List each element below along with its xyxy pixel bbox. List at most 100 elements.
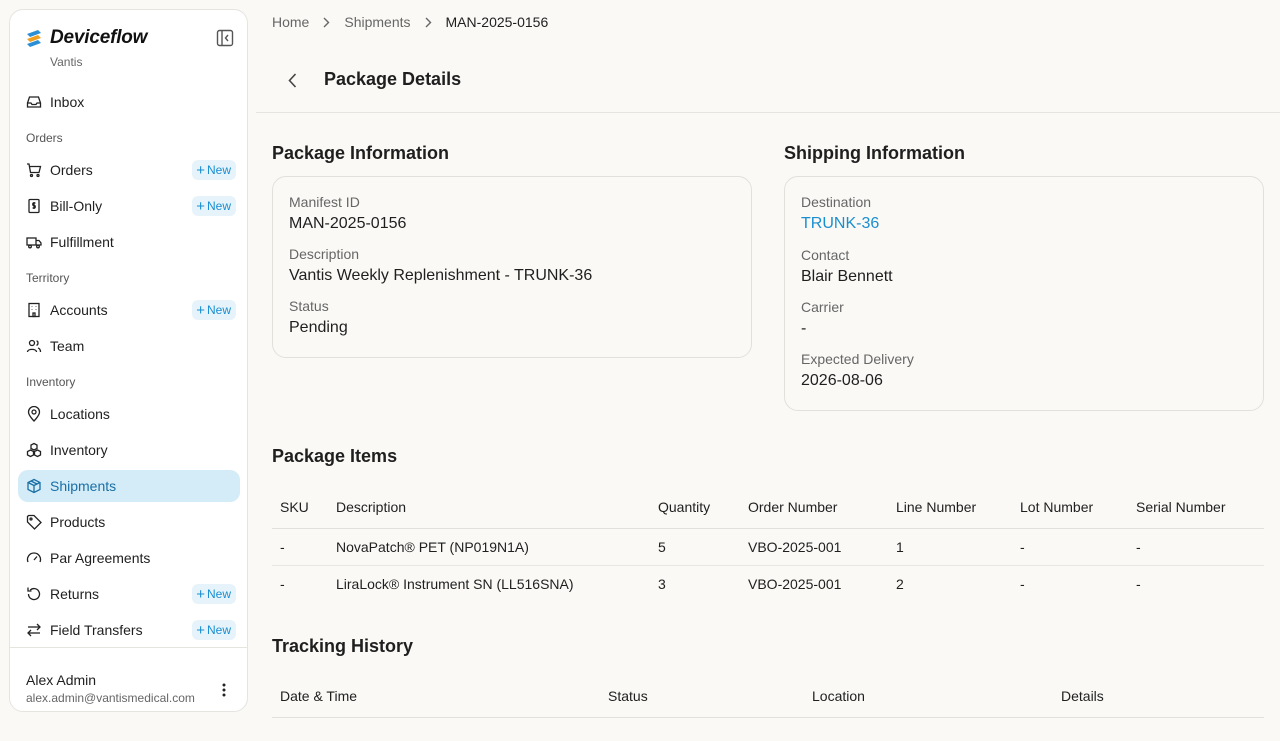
sidebar-item-field-transfers[interactable]: Field Transfers + New xyxy=(18,614,240,646)
tracking-history-title: Tracking History xyxy=(272,636,414,656)
tag-icon xyxy=(26,514,42,530)
sidebar-item-label: Field Transfers xyxy=(50,622,143,638)
receipt-icon xyxy=(26,198,42,214)
boxes-icon xyxy=(26,442,42,458)
shipping-info-title: Shipping Information xyxy=(784,143,965,163)
destination-label: Destination xyxy=(801,194,872,210)
plus-icon: + xyxy=(196,621,205,639)
sidebar-item-shipments[interactable]: Shipments xyxy=(18,470,240,502)
sidebar-item-label: Team xyxy=(50,338,85,354)
new-field-transfer-button[interactable]: + New xyxy=(192,620,236,640)
page-title: Package Details xyxy=(324,69,462,89)
manifest-id-value: MAN-2025-0156 xyxy=(289,215,407,232)
more-vertical-icon xyxy=(222,683,226,697)
sidebar-item-bill-only[interactable]: Bill-Only + New xyxy=(18,190,240,222)
collapse-sidebar-button[interactable] xyxy=(215,28,235,48)
sidebar-item-label: Locations xyxy=(50,406,110,422)
tracking-history-table: Date & Time Status Location Details xyxy=(272,675,1264,718)
sidebar-item-label: Inventory xyxy=(50,442,108,458)
column-header-order-number: Order Number xyxy=(740,486,888,529)
sidebar: Deviceflow Vantis Inbox Orders Orders + N… xyxy=(9,9,248,712)
carrier-value: - xyxy=(801,320,807,337)
sidebar-item-accounts[interactable]: Accounts + New xyxy=(18,294,240,326)
sidebar-item-label: Par Agreements xyxy=(50,550,151,566)
table-row: - LiraLock® Instrument SN (LL516SNA) 3 V… xyxy=(272,565,1264,602)
sidebar-item-returns[interactable]: Returns + New xyxy=(18,578,240,610)
map-pin-icon xyxy=(26,406,42,422)
new-order-button[interactable]: + New xyxy=(192,160,236,180)
breadcrumb-shipments[interactable]: Shipments xyxy=(344,14,410,30)
status-value: Pending xyxy=(289,319,348,336)
sidebar-item-fulfillment[interactable]: Fulfillment xyxy=(18,226,240,258)
brand-name: Deviceflow xyxy=(50,27,148,48)
plus-icon: + xyxy=(196,197,205,215)
back-button[interactable] xyxy=(282,70,302,90)
table-cell: 1 xyxy=(888,528,1012,566)
column-header-description: Description xyxy=(328,486,650,529)
truck-icon xyxy=(26,234,42,250)
new-bill-only-button[interactable]: + New xyxy=(192,196,236,216)
new-label: New xyxy=(206,199,231,213)
breadcrumb-current: MAN-2025-0156 xyxy=(445,14,549,30)
destination-link[interactable]: TRUNK-36 xyxy=(801,215,879,233)
sidebar-item-orders[interactable]: Orders + New xyxy=(18,154,240,186)
sidebar-item-products[interactable]: Products xyxy=(18,506,240,538)
section-label-orders: Orders xyxy=(26,131,63,145)
cart-icon xyxy=(26,162,42,178)
users-icon xyxy=(26,338,42,354)
sidebar-item-par-agreements[interactable]: Par Agreements xyxy=(18,542,240,574)
expected-delivery-value: 2026-08-06 xyxy=(801,372,883,389)
sidebar-item-label: Orders xyxy=(50,162,93,178)
table-header-row: SKU Description Quantity Order Number Li… xyxy=(272,486,1264,529)
column-header-sku: SKU xyxy=(272,486,328,529)
breadcrumb-home[interactable]: Home xyxy=(272,14,309,30)
description-value: Vantis Weekly Replenishment - TRUNK-36 xyxy=(289,267,593,284)
new-label: New xyxy=(206,163,231,177)
table-cell: 3 xyxy=(658,575,666,592)
table-cell: LiraLock® Instrument SN (LL516SNA) xyxy=(336,575,574,592)
table-cell: VBO-2025-001 xyxy=(740,528,888,566)
sidebar-collapse-icon xyxy=(216,29,234,47)
column-header-status: Status xyxy=(600,675,804,718)
table-cell: NovaPatch® PET (NP019N1A) xyxy=(328,528,650,566)
package-info-title: Package Information xyxy=(272,143,450,163)
contact-label: Contact xyxy=(801,247,850,263)
sidebar-item-inventory[interactable]: Inventory xyxy=(18,434,240,466)
table-cell: - xyxy=(1128,528,1264,566)
description-label: Description xyxy=(289,246,360,262)
new-account-button[interactable]: + New xyxy=(192,300,236,320)
plus-icon: + xyxy=(196,161,205,179)
chevron-right-icon xyxy=(425,17,432,28)
breadcrumb: Home Shipments MAN-2025-0156 xyxy=(272,14,548,30)
table-cell: - xyxy=(1020,575,1025,592)
table-header-row: Date & Time Status Location Details xyxy=(272,675,1264,718)
sidebar-item-label: Bill-Only xyxy=(50,198,103,214)
rotate-ccw-icon xyxy=(26,586,42,602)
table-cell: 2 xyxy=(896,575,904,592)
new-label: New xyxy=(206,587,231,601)
new-return-button[interactable]: + New xyxy=(192,584,236,604)
plus-icon: + xyxy=(196,585,205,603)
user-profile: Alex Admin alex.admin@vantismedical.com xyxy=(10,647,247,713)
contact-value: Blair Bennett xyxy=(801,268,893,285)
sidebar-item-label: Fulfillment xyxy=(50,234,114,250)
column-header-lot-number: Lot Number xyxy=(1012,486,1128,529)
building-icon xyxy=(26,302,42,318)
manifest-id-label: Manifest ID xyxy=(289,194,360,210)
gauge-icon xyxy=(26,550,42,566)
sidebar-item-team[interactable]: Team xyxy=(18,330,240,362)
column-header-serial-number: Serial Number xyxy=(1128,486,1264,529)
section-label-territory: Territory xyxy=(26,271,70,285)
divider xyxy=(256,112,1280,113)
column-header-line-number: Line Number xyxy=(888,486,1012,529)
sidebar-item-label: Returns xyxy=(50,586,100,602)
brand[interactable]: Deviceflow xyxy=(26,27,147,49)
table-cell: VBO-2025-001 xyxy=(748,575,842,592)
package-items-title: Package Items xyxy=(272,446,398,466)
sidebar-item-locations[interactable]: Locations xyxy=(18,398,240,430)
sidebar-item-inbox[interactable]: Inbox xyxy=(18,86,240,118)
user-menu-button[interactable] xyxy=(214,680,234,700)
table-cell: 5 xyxy=(650,528,740,566)
expected-delivery-label: Expected Delivery xyxy=(801,351,914,367)
status-label: Status xyxy=(289,298,329,314)
